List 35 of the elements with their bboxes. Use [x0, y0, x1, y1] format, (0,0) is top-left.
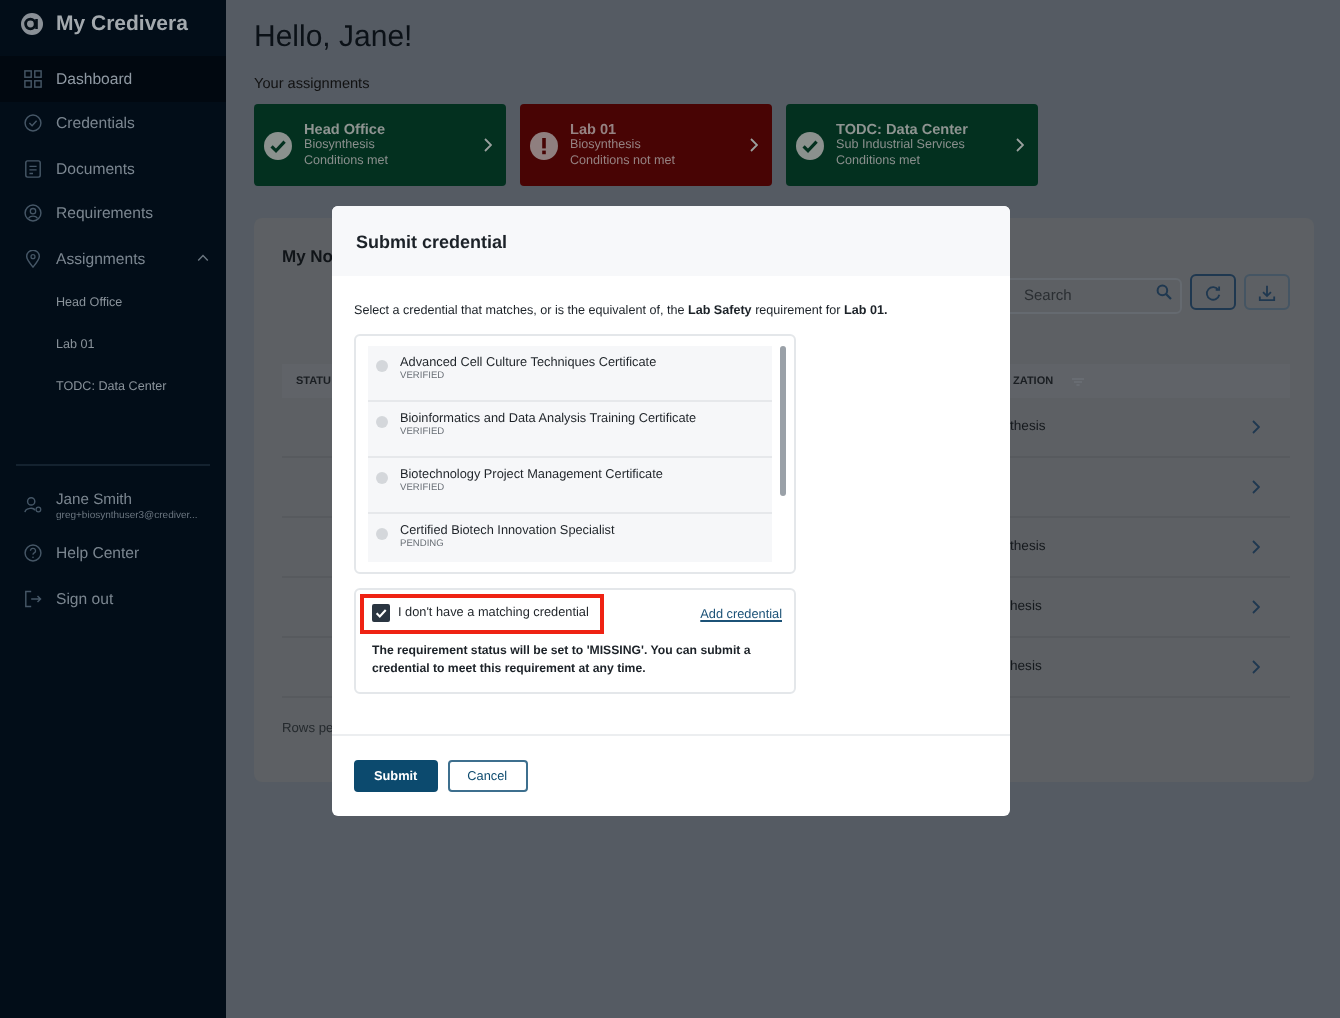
check-circle-icon: [24, 114, 42, 133]
refresh-icon: [1204, 283, 1222, 301]
help-icon: [24, 544, 42, 563]
download-button[interactable]: [1244, 274, 1290, 310]
chevron-right-icon: [1252, 420, 1260, 434]
scrollbar-thumb[interactable]: [780, 346, 786, 496]
chevron-right-icon: [1252, 480, 1260, 494]
radio-button[interactable]: [376, 528, 388, 540]
chevron-right-icon: [484, 138, 492, 152]
radio-button[interactable]: [376, 416, 388, 428]
refresh-button[interactable]: [1190, 274, 1236, 310]
brand-name: My Credivera: [56, 11, 188, 35]
radio-button[interactable]: [376, 472, 388, 484]
sign-out-icon: [24, 589, 42, 608]
logo-icon: [20, 11, 44, 35]
download-icon: [1258, 283, 1276, 301]
search-icon: [1156, 284, 1172, 300]
check-circle-icon: [796, 131, 824, 159]
chevron-right-icon: [750, 138, 758, 152]
grid-icon: [24, 69, 42, 88]
chevron-right-icon: [1252, 660, 1260, 674]
person-circle-icon: [24, 204, 42, 223]
panel-title: My No: [282, 246, 333, 266]
pin-icon: [24, 249, 42, 268]
alert-circle-icon: [530, 131, 558, 159]
greeting: Hello, Jane!: [254, 20, 415, 54]
document-icon: [24, 159, 42, 178]
chevron-right-icon: [1252, 540, 1260, 554]
chevron-right-icon: [1252, 600, 1260, 614]
check-circle-icon: [264, 131, 292, 159]
dialog-title: Submit credential: [356, 231, 508, 251]
radio-button[interactable]: [376, 360, 388, 372]
chevron-right-icon: [1016, 138, 1024, 152]
user-settings-icon: [24, 496, 42, 514]
checkbox[interactable]: [372, 604, 390, 622]
